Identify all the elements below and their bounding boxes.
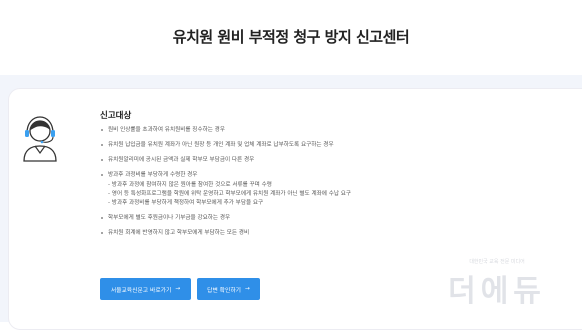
watermark-tagline: 대한민국 교육 전문 미디어: [469, 259, 525, 265]
group-label: 방과후 과정비를 부당하게 수령한 경우: [108, 172, 198, 178]
page-title: 유치원 원비 부적정 청구 방지 신고센터: [172, 28, 410, 46]
check-answer-button[interactable]: 답변 확인하기 →: [197, 278, 260, 300]
sub-list: - 방과후 과정에 참여하지 않은 원아를 참여한 것으로 서류를 꾸며 수령 …: [108, 181, 480, 207]
list-item: 원비 인상률을 초과하여 유치원비를 징수하는 경우: [100, 126, 480, 134]
sub-list-item: - 영어 등 특성화프로그램을 학원에 위탁 운영하고 학부모에게 유치원 계좌…: [108, 191, 352, 197]
sub-list-item: - 방과후 과정에 참여하지 않은 원아를 참여한 것으로 서류를 꾸며 수령: [108, 182, 272, 188]
watermark-logo: 대한민국 교육 전문 미디어 더에듀: [432, 258, 562, 309]
headset-operator-icon: [23, 116, 57, 162]
section-title: 신고대상: [100, 111, 132, 121]
list-item: 유치원 납입금을 유치원 계좌가 아닌 원장 등 개인 계좌 및 업체 계좌로 …: [100, 141, 480, 149]
list-item: 학부모에게 별도 후원금이나 기부금을 강요하는 경우: [100, 214, 480, 222]
button-label: 서울교육신문고 바로가기: [110, 287, 172, 294]
report-target-list: 원비 인상률을 초과하여 유치원비를 징수하는 경우 유치원 납입금을 유치원 …: [100, 126, 480, 244]
seoul-report-button[interactable]: 서울교육신문고 바로가기 →: [100, 278, 191, 300]
sub-list-item: - 방과후 과정비를 부당하게 책정하여 학부모에게 추가 부담을 요구: [108, 200, 264, 206]
list-item: 유치원알리미에 공시된 금액과 실제 학부모 부담금이 다른 경우: [100, 156, 480, 164]
arrow-right-icon: →: [175, 286, 181, 292]
list-item-group: 방과후 과정비를 부당하게 수령한 경우 - 방과후 과정에 참여하지 않은 원…: [100, 171, 480, 207]
list-item: 유치원 회계에 반영하지 않고 학부모에게 부담하는 모든 경비: [100, 229, 480, 237]
button-label: 답변 확인하기: [207, 287, 241, 294]
watermark-wordmark: 더에듀: [448, 274, 546, 309]
arrow-right-icon: →: [244, 286, 250, 292]
